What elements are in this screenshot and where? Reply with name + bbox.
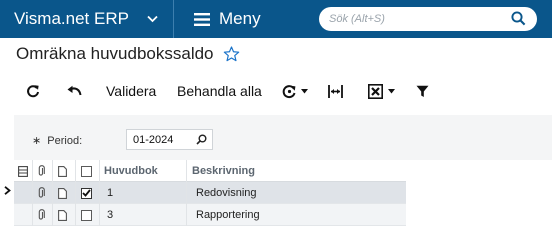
export-excel-dropdown[interactable] xyxy=(368,78,395,104)
required-mark: ∗ xyxy=(32,135,42,147)
validate-button[interactable]: Validera xyxy=(106,78,156,104)
hamburger-icon xyxy=(194,12,210,26)
undo-icon[interactable] xyxy=(67,78,82,104)
refresh-icon[interactable] xyxy=(26,78,40,104)
brand-menu[interactable]: Visma.net ERP xyxy=(0,0,174,38)
favorite-star-icon[interactable] xyxy=(223,46,240,62)
note-icon[interactable] xyxy=(58,182,67,204)
description-cell[interactable]: Redovisning xyxy=(196,182,257,204)
page-title: Omräkna huvudbokssaldo xyxy=(16,44,240,64)
search-icon[interactable] xyxy=(511,11,526,26)
current-row-arrow-icon xyxy=(4,186,11,195)
process-all-button[interactable]: Behandla alla xyxy=(177,78,262,104)
excel-icon xyxy=(368,83,383,99)
menu-label: Meny xyxy=(219,9,261,28)
brand-name: Visma.net ERP xyxy=(14,9,129,28)
caret-down-icon xyxy=(301,88,308,94)
note-header-icon xyxy=(58,160,70,182)
row-settings-icon[interactable] xyxy=(18,160,30,182)
filter-icon[interactable] xyxy=(416,78,429,104)
filter-panel: ∗ Period: 01-2024 xyxy=(14,115,552,160)
attachment-icon[interactable] xyxy=(37,204,45,226)
lookup-search-icon[interactable] xyxy=(196,134,207,145)
search-placeholder: Sök (Alt+S) xyxy=(329,13,385,25)
column-header-description[interactable]: Beskrivning xyxy=(192,160,255,182)
row-select-checkbox-checked[interactable] xyxy=(81,182,92,204)
period-label: ∗ Period: xyxy=(32,134,82,147)
ledger-cell[interactable]: 3 xyxy=(107,204,113,226)
ledger-grid: Huvudbok Beskrivning 1 Redovisning 3 Rap… xyxy=(14,160,406,226)
refresh-options-dropdown[interactable] xyxy=(282,78,308,104)
description-cell[interactable]: Rapportering xyxy=(196,204,260,226)
search-input[interactable]: Sök (Alt+S) xyxy=(319,7,537,31)
row-select-checkbox[interactable] xyxy=(81,204,92,226)
refresh-options-icon xyxy=(282,84,297,99)
chevron-down-icon xyxy=(147,15,158,23)
period-field[interactable]: 01-2024 xyxy=(126,129,213,150)
top-bar: Visma.net ERP Meny Sök (Alt+S) xyxy=(0,0,552,38)
table-row[interactable]: 3 Rapportering xyxy=(14,204,406,226)
period-label-text: Period: xyxy=(47,135,83,147)
attachment-icon[interactable] xyxy=(37,182,45,204)
table-row[interactable]: 1 Redovisning xyxy=(14,182,406,204)
fit-width-icon[interactable] xyxy=(328,78,343,104)
ledger-cell[interactable]: 1 xyxy=(107,182,113,204)
period-value: 01-2024 xyxy=(133,133,174,146)
caret-down-icon xyxy=(388,88,395,94)
select-all-checkbox[interactable] xyxy=(81,160,92,182)
attachment-header-icon xyxy=(37,160,49,182)
main-menu-button[interactable]: Meny xyxy=(174,0,314,38)
grid-header: Huvudbok Beskrivning xyxy=(14,160,406,182)
toolbar: Validera Behandla alla xyxy=(0,78,552,104)
page-title-text: Omräkna huvudbokssaldo xyxy=(16,44,214,63)
note-icon[interactable] xyxy=(58,204,67,226)
column-header-ledger[interactable]: Huvudbok xyxy=(104,160,158,182)
